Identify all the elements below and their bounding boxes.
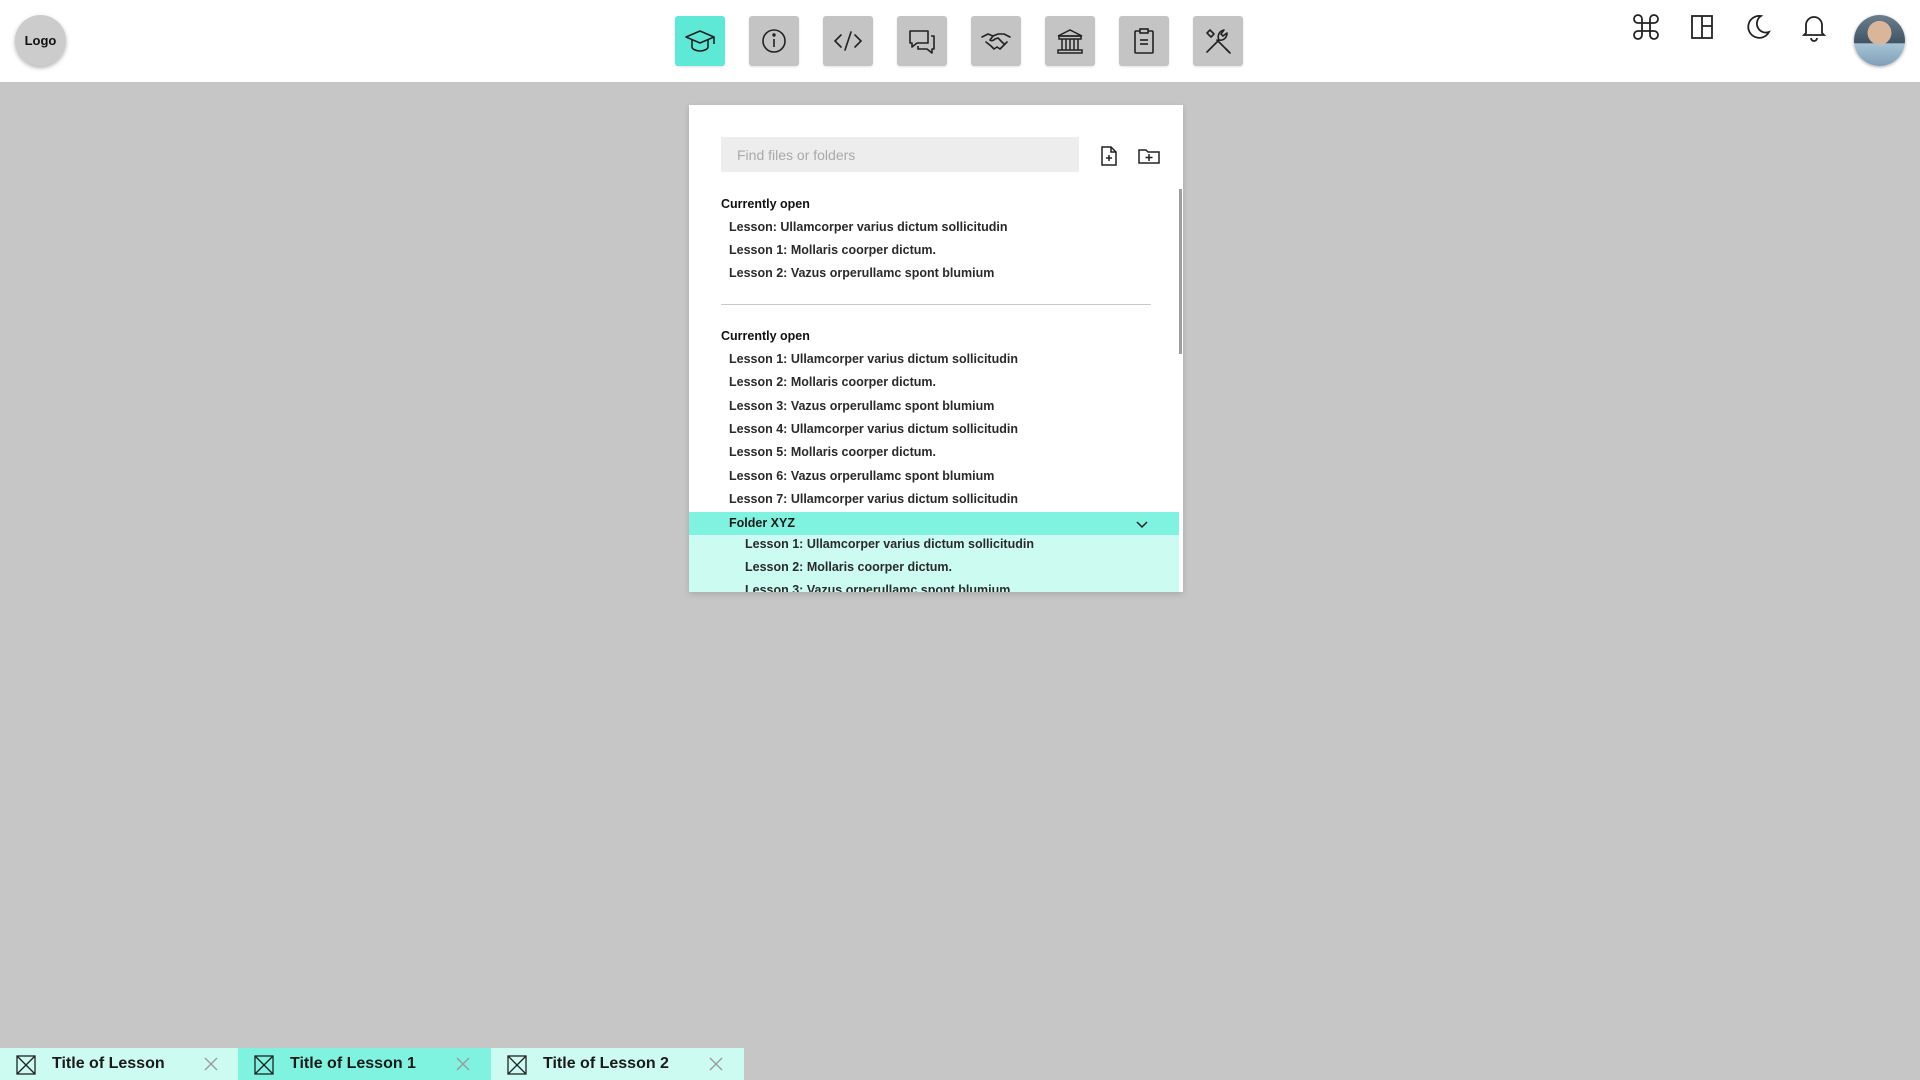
nav-partners-button[interactable] (971, 16, 1021, 66)
graduation-cap-icon (685, 30, 715, 52)
scrollbar-thumb[interactable] (1179, 189, 1182, 354)
image-placeholder-icon (507, 1055, 527, 1075)
nav-chat-button[interactable] (897, 16, 947, 66)
tab-label: Title of Lesson 2 (543, 1055, 669, 1072)
user-avatar[interactable] (1854, 15, 1905, 66)
chevron-down-icon[interactable] (1135, 517, 1149, 531)
tab-title-of-lesson-1[interactable]: Title of Lesson 1 (238, 1048, 491, 1080)
notifications-button[interactable] (1799, 12, 1829, 42)
code-icon (833, 31, 863, 51)
folder-file-item[interactable]: Lesson 1: Ullamcorper varius dictum soll… (745, 537, 1034, 551)
dark-mode-button[interactable] (1743, 12, 1773, 42)
search-input[interactable] (721, 137, 1079, 172)
new-folder-button[interactable] (1137, 144, 1161, 168)
image-placeholder-icon (16, 1055, 36, 1075)
folder-file-item[interactable]: Lesson 2: Mollaris coorper dictum. (745, 560, 952, 574)
folder-file-item[interactable]: Lesson 3: Vazus orperullamc spont blumiu… (745, 583, 1010, 592)
nav-learning-button[interactable] (675, 16, 725, 66)
notification-bell-icon (1801, 16, 1827, 42)
nav-tools-button[interactable] (1193, 16, 1243, 66)
file-item[interactable]: Lesson 1: Mollaris coorper dictum. (729, 242, 936, 258)
new-folder-icon (1138, 149, 1160, 164)
tab-label: Title of Lesson 1 (290, 1055, 416, 1072)
layout-button[interactable] (1687, 12, 1717, 42)
close-icon[interactable] (709, 1057, 723, 1071)
nav-code-button[interactable] (823, 16, 873, 66)
nav-info-button[interactable] (749, 16, 799, 66)
image-placeholder-icon (254, 1055, 274, 1075)
notes-icon (1134, 28, 1154, 54)
folder-row[interactable]: Folder XYZ (689, 512, 1179, 535)
file-item[interactable]: Lesson 2: Vazus orperullamc spont blumiu… (729, 265, 994, 281)
folder-contents: Lesson 1: Ullamcorper varius dictum soll… (689, 535, 1179, 592)
section-divider (721, 304, 1151, 305)
handshake-icon (981, 33, 1011, 50)
folder-label: Folder XYZ (729, 516, 795, 530)
file-item[interactable]: Lesson 3: Vazus orperullamc spont blumiu… (729, 398, 994, 414)
tools-icon (1206, 29, 1231, 54)
file-item[interactable]: Lesson 7: Ullamcorper varius dictum soll… (729, 491, 1018, 507)
file-item[interactable]: Lesson 4: Ullamcorper varius dictum soll… (729, 421, 1018, 437)
main-nav (675, 16, 1243, 66)
new-file-button[interactable] (1097, 144, 1121, 168)
file-item[interactable]: Lesson 6: Vazus orperullamc spont blumiu… (729, 468, 994, 484)
close-icon[interactable] (204, 1057, 218, 1071)
close-icon[interactable] (456, 1057, 470, 1071)
nav-notes-button[interactable] (1119, 16, 1169, 66)
new-file-icon (1101, 146, 1117, 166)
tab-title-of-lesson[interactable]: Title of Lesson (0, 1048, 238, 1080)
nav-library-button[interactable] (1045, 16, 1095, 66)
file-item[interactable]: Lesson: Ullamcorper varius dictum sollic… (729, 219, 1008, 235)
section-title: Currently open (721, 329, 810, 343)
dark-mode-icon (1747, 15, 1771, 39)
file-item[interactable]: Lesson 2: Mollaris coorper dictum. (729, 374, 936, 390)
section-title: Currently open (721, 197, 810, 211)
tab-label: Title of Lesson (52, 1055, 165, 1072)
tab-bar: Title of Lesson Title of Lesson 1 Title … (0, 1048, 1920, 1080)
tab-title-of-lesson-2[interactable]: Title of Lesson 2 (491, 1048, 744, 1080)
chat-icon (909, 30, 935, 54)
info-icon (762, 29, 786, 53)
logo[interactable]: Logo (15, 15, 66, 66)
file-item[interactable]: Lesson 1: Ullamcorper varius dictum soll… (729, 351, 1018, 367)
file-finder-panel: Currently open Lesson: Ullamcorper variu… (689, 105, 1183, 592)
command-icon (1633, 14, 1659, 40)
command-button[interactable] (1631, 12, 1661, 42)
file-item[interactable]: Lesson 5: Mollaris coorper dictum. (729, 444, 936, 460)
top-bar: Logo (0, 0, 1920, 82)
layout-icon (1691, 15, 1713, 39)
library-icon (1057, 29, 1083, 54)
